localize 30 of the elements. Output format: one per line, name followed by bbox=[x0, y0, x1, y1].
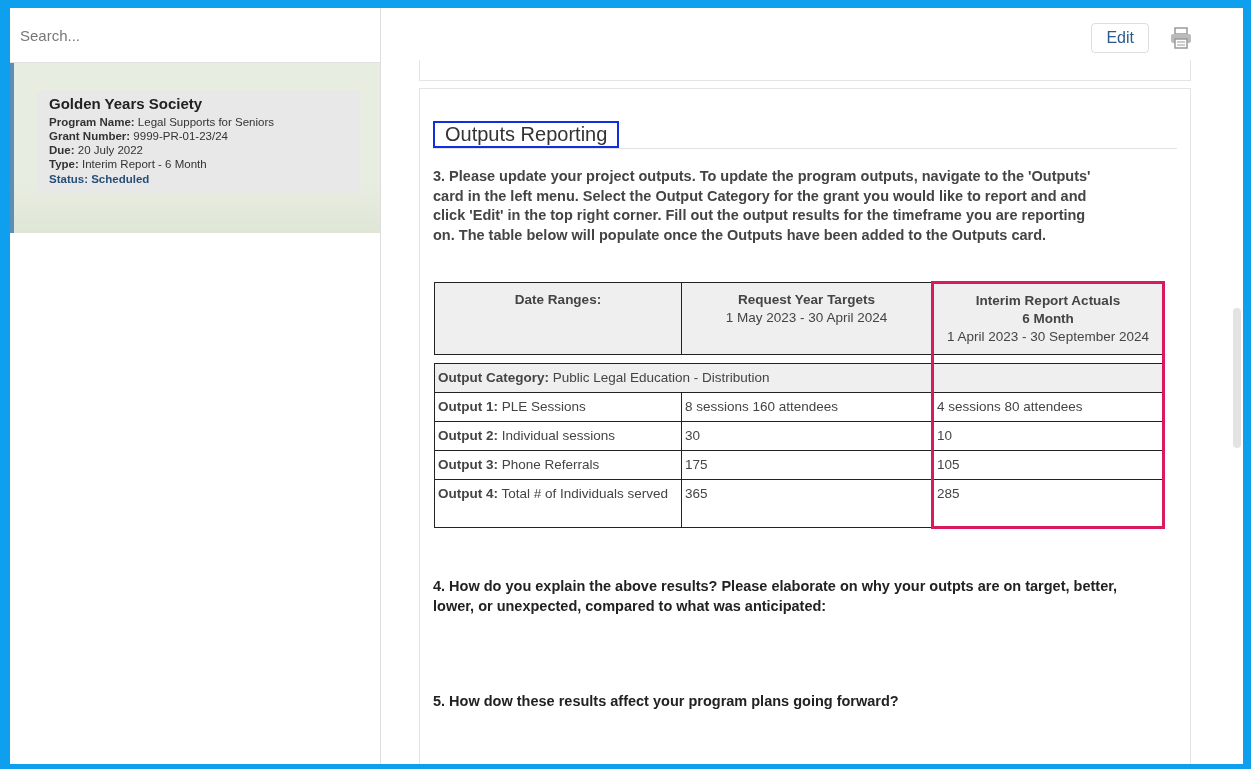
table-cell: Output 3: Phone Referrals bbox=[434, 450, 682, 480]
report-detail: Due: 20 July 2022 bbox=[49, 143, 144, 157]
question-text: 4. How do you explain the above results? Please elaborate on why your outpts are on target, better, lower, or unexpected, compared to what was anticipated: bbox=[433, 577, 1119, 616]
report-list-item[interactable]: Golden Years Society Program Name: Legal Supports for Seniors Grant Number: 9999-PR-01-23/24 Due: 20 July 2022 Type: Interim Report - 6 Month Status: Scheduled bbox=[10, 63, 380, 233]
table-cell: Output 1: PLE Sessions bbox=[434, 392, 682, 422]
table-cell: Output 2: Individual sessions bbox=[434, 421, 682, 451]
table-cell: 8 sessions 160 attendees bbox=[681, 392, 933, 422]
table-cell: Output 4: Total # of Individuals served bbox=[434, 479, 682, 528]
edit-button[interactable]: Edit bbox=[1091, 23, 1149, 53]
table-cell: 175 bbox=[681, 450, 933, 480]
column-header: Request Year Targets 1 May 2023 - 30 April 2024 bbox=[681, 282, 933, 355]
table-cell: 30 bbox=[681, 421, 933, 451]
table-cell: 105 bbox=[932, 450, 1164, 480]
table-cell: 365 bbox=[681, 479, 933, 528]
report-detail: Type: Interim Report - 6 Month bbox=[49, 157, 208, 171]
section-heading: Outputs Reporting bbox=[433, 121, 620, 148]
report-detail: Grant Number: 9999-PR-01-23/24 bbox=[49, 129, 229, 143]
table-cell: 10 bbox=[932, 421, 1164, 451]
question-text: 3. Please update your project outputs. To update the program outputs, navigate to the 'Outputs' card in the left menu. Select the Output Category for the grant you would like to report and and click 'Edit' in the top right corner. Fill out the output results for the timeframe you are reporting on. The table below will populate once the Outputs have been added to the Outputs card. bbox=[433, 167, 1092, 245]
organization-name: Golden Years Society bbox=[49, 95, 204, 112]
table-cell: 4 sessions 80 attendees bbox=[932, 392, 1164, 422]
table-cell: 285 bbox=[932, 479, 1164, 528]
question-text: 5. How dow these results affect your program plans going forward? bbox=[433, 692, 900, 711]
column-header: Interim Report Actuals 6 Month 1 April 2023 - 30 September 2024 bbox=[932, 282, 1164, 355]
print-icon[interactable] bbox=[1169, 26, 1193, 50]
status-text: Status: Scheduled bbox=[49, 173, 151, 185]
scrollbar-thumb[interactable] bbox=[1233, 308, 1241, 448]
report-detail: Program Name: Legal Supports for Seniors bbox=[49, 115, 275, 129]
column-header: Date Ranges: bbox=[434, 282, 682, 355]
table-cell: Output Category: Public Legal Education - Distribution bbox=[434, 363, 933, 393]
